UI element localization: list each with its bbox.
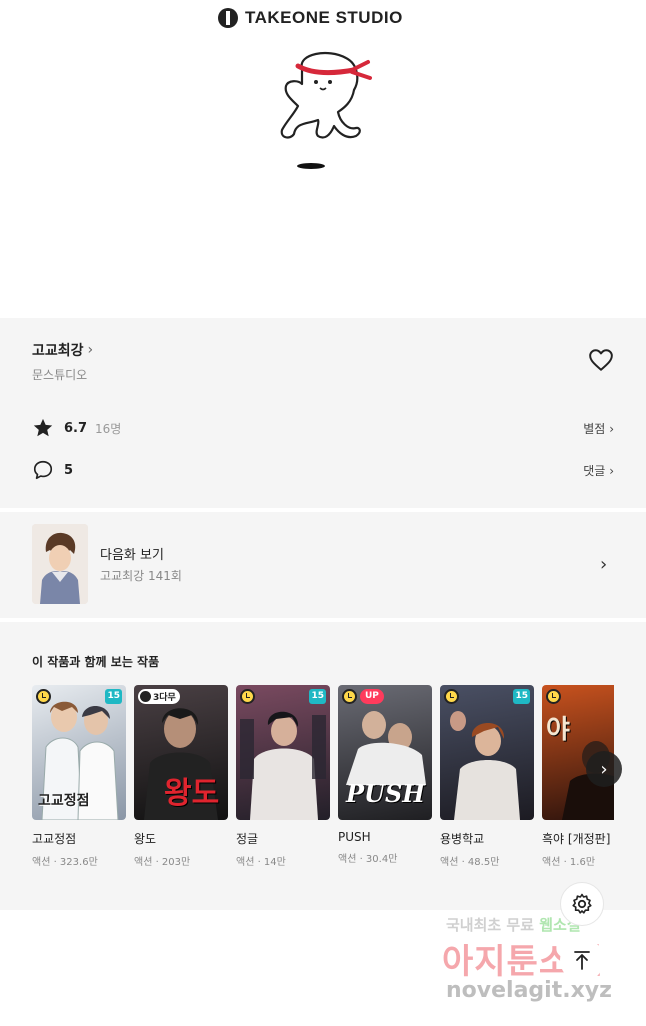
recommend-meta: 액션 · 30.4만	[338, 854, 398, 865]
recommend-meta: 액션 · 14만	[236, 857, 286, 868]
gear-icon	[572, 893, 592, 914]
wait-free-badge: 3다무	[138, 689, 180, 704]
recommendations-section: 이 작품과 함께 보는 작품 15 고교정점 고교정점 액션 · 323.6만 …	[0, 622, 646, 910]
recommend-title: 정글	[236, 832, 259, 846]
cover-title-text: 고교정점	[38, 793, 90, 809]
next-episode-card[interactable]: 다음화 보기 고교최강 141회 ›	[0, 512, 646, 618]
comment-bubble-icon	[33, 460, 53, 480]
star-icon	[33, 418, 53, 437]
recommend-meta: 액션 · 1.6만	[542, 857, 596, 868]
arrow-up-icon	[574, 951, 590, 970]
wait-free-badge-label: 3다무	[153, 693, 176, 703]
recommend-meta: 액션 · 203만	[134, 857, 191, 868]
comment-row: 5 댓글 ›	[32, 458, 614, 482]
cover-title-text: 왕도	[164, 776, 220, 811]
recommend-title: 왕도	[134, 832, 157, 846]
recommend-title: 고교정점	[32, 832, 77, 846]
clock-icon	[140, 691, 151, 702]
site-watermark: 국내최초 무료 웹소설 아지툰소설 novelagit.xyz	[440, 912, 640, 1022]
watermark-line1: 국내최초 무료 웹소설	[446, 914, 581, 935]
page: TAKEONE STUDIO 고교최강 › 문스튜디오 6.7 16명 별점 ›…	[0, 0, 646, 1026]
age-rating-badge: 15	[309, 689, 326, 704]
age-rating-badge: 15	[513, 689, 530, 704]
chevron-right-icon: ›	[87, 342, 94, 358]
recommend-title: 용병학교	[440, 832, 485, 846]
wait-free-clock-icon	[546, 689, 561, 704]
work-title-link[interactable]: 고교최강 ›	[32, 340, 93, 360]
chevron-right-icon: ›	[600, 758, 608, 780]
scroll-to-top-button[interactable]	[560, 938, 604, 982]
recommend-card[interactable]: 15 정글 액션 · 14만	[236, 685, 330, 868]
recommend-meta: 액션 · 323.6만	[32, 857, 98, 868]
watermark-line3: novelagit.xyz	[446, 978, 612, 1003]
work-info-section: 고교최강 › 문스튜디오 6.7 16명 별점 › 5 댓글 ›	[0, 318, 646, 508]
chevron-right-icon: ›	[609, 421, 614, 436]
comments-link[interactable]: 댓글 ›	[583, 462, 614, 479]
chevron-right-icon: ›	[609, 463, 614, 478]
recommendations-heading: 이 작품과 함께 보는 작품	[32, 655, 160, 669]
recommend-cover: 15	[440, 685, 534, 820]
chevron-right-icon: ›	[600, 554, 608, 575]
wait-free-clock-icon	[342, 689, 357, 704]
recommend-title: PUSH	[338, 830, 371, 844]
age-rating-badge: 15	[105, 689, 122, 704]
recommend-cover: 15 고교정점	[32, 685, 126, 820]
settings-button[interactable]	[560, 882, 604, 926]
rating-row: 6.7 16명 별점 ›	[32, 416, 614, 440]
rating-value: 6.7	[64, 420, 88, 436]
recommend-cover: 15	[236, 685, 330, 820]
watermark-line1-part1: 국내최초 무료	[446, 916, 540, 934]
next-episode-subtitle: 고교최강 141회	[100, 569, 182, 583]
recommend-card[interactable]: 3다무 왕도 왕도 액션 · 203만	[134, 685, 228, 868]
heart-outline-icon[interactable]	[588, 348, 614, 372]
recommend-card[interactable]: 15 고교정점 고교정점 액션 · 323.6만	[32, 685, 126, 868]
recommendations-carousel: 15 고교정점 고교정점 액션 · 323.6만 3다무 왕도 왕도 액션 · …	[32, 685, 614, 875]
recommend-title: 흑야 [개정판]	[542, 832, 611, 846]
rating-count: 16명	[95, 421, 122, 436]
cover-title-text: 야	[546, 715, 570, 745]
episode-end-banner: TAKEONE STUDIO	[0, 0, 646, 318]
cover-title-text: PUSH	[346, 779, 425, 808]
recommend-cover: UP PUSH	[338, 685, 432, 820]
recommend-card[interactable]: 15 용병학교 액션 · 48.5만	[440, 685, 534, 868]
studio-brand: TAKEONE STUDIO	[218, 6, 403, 30]
studio-logo-icon	[218, 8, 238, 28]
work-author: 문스튜디오	[32, 368, 88, 382]
recommend-cover: 3다무 왕도	[134, 685, 228, 820]
mascot-illustration	[280, 51, 372, 169]
wait-free-clock-icon	[240, 689, 255, 704]
rating-link-label: 별점	[583, 421, 606, 436]
next-episode-thumbnail	[32, 524, 88, 604]
comment-count: 5	[64, 462, 74, 478]
comments-link-label: 댓글	[583, 463, 606, 478]
next-episode-label: 다음화 보기	[100, 548, 164, 563]
carousel-next-button[interactable]: ›	[586, 751, 622, 787]
wait-free-clock-icon	[444, 689, 459, 704]
work-title: 고교최강	[32, 343, 84, 359]
rating-link[interactable]: 별점 ›	[583, 420, 614, 437]
recommend-card[interactable]: UP PUSH PUSH 액션 · 30.4만	[338, 685, 432, 865]
wait-free-clock-icon	[36, 689, 51, 704]
recommend-meta: 액션 · 48.5만	[440, 857, 500, 868]
studio-brand-text: TAKEONE STUDIO	[245, 8, 403, 27]
update-badge: UP	[360, 689, 384, 704]
